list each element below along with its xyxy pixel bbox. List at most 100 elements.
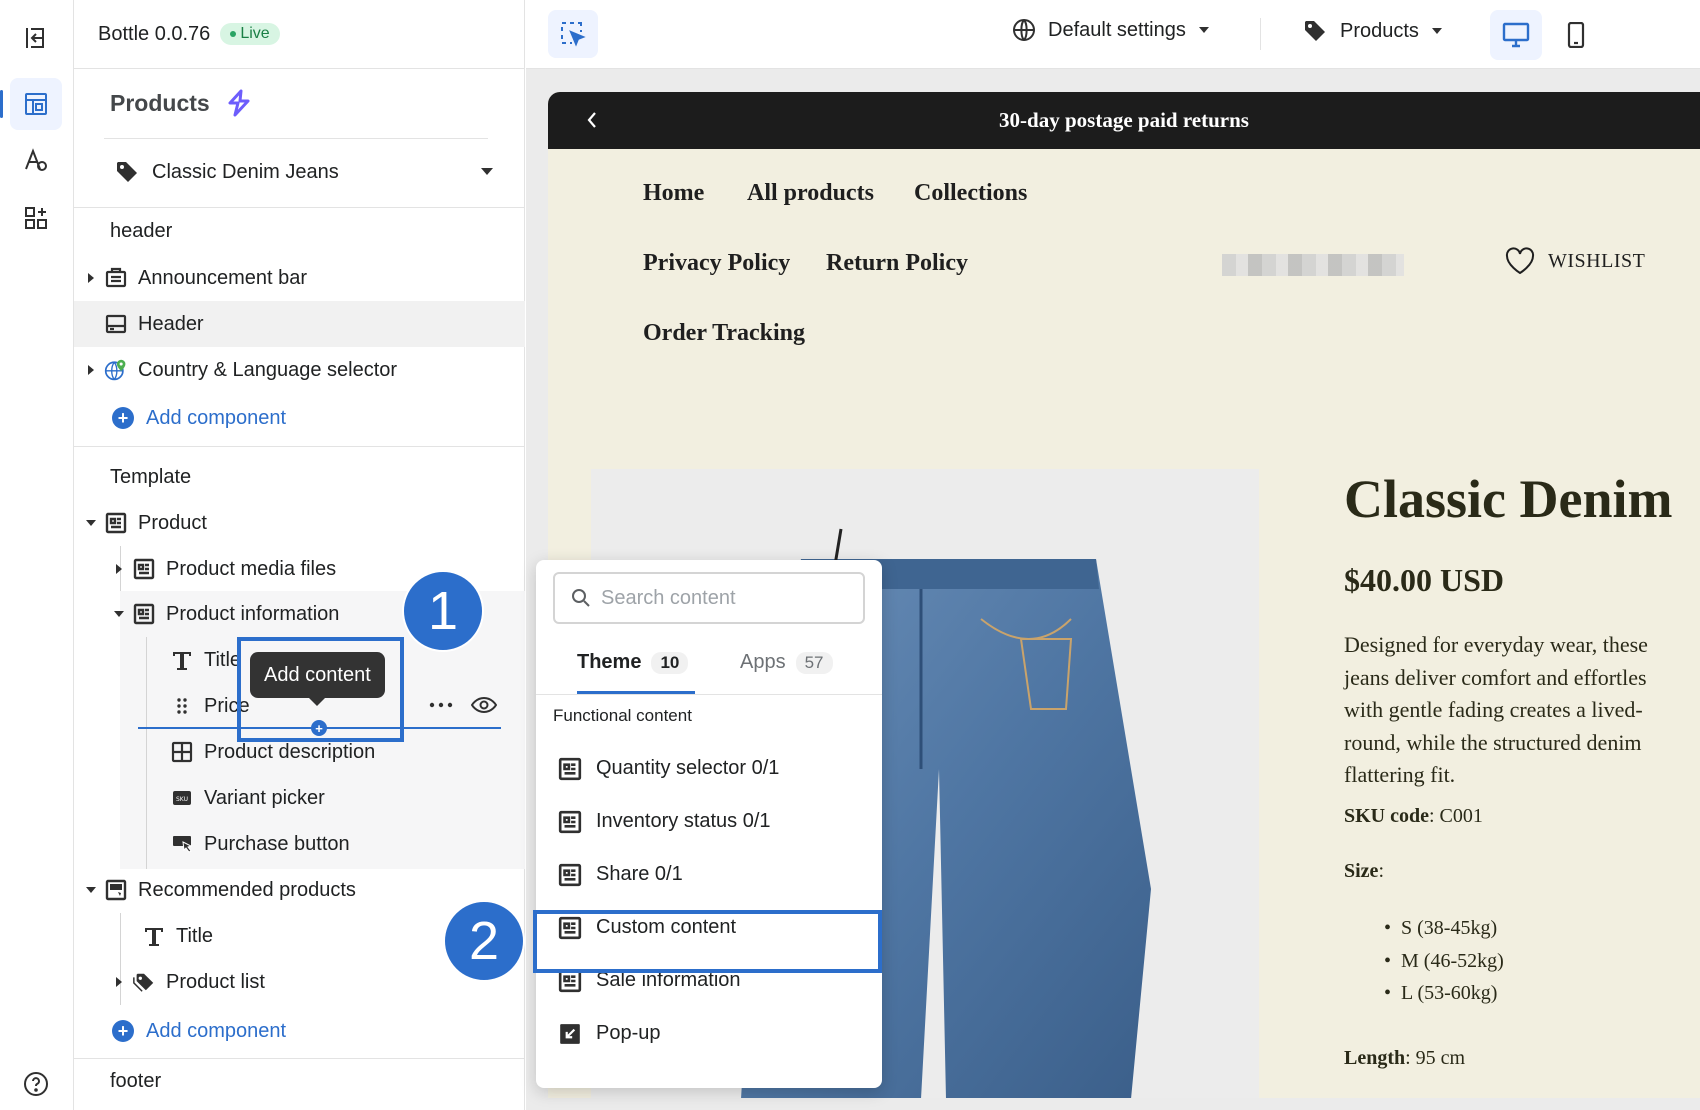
add-component-label: Add component: [146, 1019, 287, 1042]
page-type-dropdown[interactable]: Products: [1302, 18, 1443, 44]
caret-right-icon: [88, 365, 94, 375]
announcement-icon: [105, 267, 127, 288]
block-variant-picker[interactable]: SKU Variant picker: [74, 775, 525, 821]
size-colon: :: [1378, 860, 1384, 882]
menu-item-label: Inventory status 0/1: [596, 810, 771, 832]
tag-icon: [117, 162, 137, 182]
section-icon: [105, 512, 127, 534]
block-label: Variant picker: [204, 786, 325, 809]
plus-circle-icon: +: [112, 407, 134, 429]
tab-count: 10: [651, 651, 689, 674]
group-label-header: header: [110, 220, 173, 242]
nav-link-collections[interactable]: Collections: [914, 180, 1027, 207]
size-line: Size:: [1344, 860, 1384, 883]
tab-label: Apps: [740, 651, 786, 673]
inspector-button[interactable]: [548, 10, 598, 58]
live-badge: Live: [220, 23, 280, 45]
section-recommended-products[interactable]: Recommended products: [74, 867, 525, 913]
settings-label: Default settings: [1048, 18, 1186, 41]
section-label: Header: [138, 312, 204, 335]
recommended-icon: [105, 879, 127, 901]
length-label: Length: [1344, 1047, 1406, 1069]
caret-right-icon: [116, 564, 122, 574]
annotation-box-1: [237, 637, 404, 742]
caret-right-icon: [88, 273, 94, 283]
nav-link-home[interactable]: Home: [643, 180, 704, 207]
announcement-text: 30-day postage paid returns: [999, 108, 1249, 132]
group-label-template: Template: [110, 466, 192, 488]
section-label: Product: [138, 511, 207, 534]
app-header: Bottle 0.0.76 Live: [74, 0, 524, 69]
sections-button[interactable]: [10, 78, 62, 130]
add-component-template-button[interactable]: + Add component: [74, 1008, 525, 1054]
menu-item-inventory-status[interactable]: Inventory status 0/1: [536, 793, 882, 850]
exit-icon: [26, 28, 44, 48]
menu-item-share[interactable]: Share 0/1: [536, 846, 882, 903]
size-list: S (38-45kg) M (46-52kg) L (53-60kg): [1384, 912, 1504, 1010]
more-options-icon[interactable]: [429, 702, 453, 708]
nav-link-return-policy[interactable]: Return Policy: [826, 250, 968, 277]
live-status: Live: [240, 25, 270, 42]
product-selector[interactable]: Classic Denim Jeans: [114, 152, 494, 192]
block-label: Product description: [204, 740, 376, 763]
caret-right-icon: [116, 977, 122, 987]
eye-icon[interactable]: [471, 696, 497, 714]
mobile-icon: [1567, 22, 1585, 48]
product-description: Designed for everyday wear, these jeans …: [1344, 629, 1700, 792]
drag-handle-icon[interactable]: [176, 696, 188, 716]
nav-link-all-products[interactable]: All products: [747, 180, 874, 207]
section-header[interactable]: Header: [74, 301, 525, 347]
chevron-down-icon: [1198, 27, 1209, 33]
desktop-view-button[interactable]: [1490, 10, 1542, 60]
tab-apps[interactable]: Apps 57: [740, 630, 833, 695]
text-icon: [145, 928, 163, 946]
svg-text:SKU: SKU: [176, 796, 188, 803]
heart-icon: [1505, 247, 1535, 275]
section-announcement-bar[interactable]: Announcement bar: [74, 255, 525, 301]
size-option: M (46-52kg): [1384, 945, 1504, 978]
header-icon: [105, 314, 127, 334]
mobile-view-button[interactable]: [1550, 10, 1602, 60]
nav-link-order-tracking[interactable]: Order Tracking: [643, 320, 805, 347]
menu-item-label: Share 0/1: [596, 863, 683, 885]
text-icon: [173, 652, 191, 670]
editor-toolbar: Default settings Products: [526, 0, 1700, 69]
menu-item-quantity-selector[interactable]: Quantity selector 0/1: [536, 740, 882, 797]
tab-label: Theme: [577, 651, 642, 673]
section-country-language[interactable]: Country & Language selector: [74, 347, 525, 393]
cursor-button-icon: [173, 836, 193, 853]
select-cursor-icon: [561, 22, 586, 47]
search-input[interactable]: [601, 586, 851, 610]
chevron-down-icon: [1431, 28, 1442, 34]
help-button[interactable]: [10, 1064, 62, 1104]
section-label: Announcement bar: [138, 266, 308, 289]
length-value: : 95 cm: [1405, 1047, 1466, 1069]
block-purchase-button[interactable]: Purchase button: [74, 821, 525, 867]
annotation-box-2: [533, 910, 882, 973]
search-field[interactable]: [553, 572, 865, 624]
chevron-left-icon[interactable]: [586, 110, 598, 130]
exit-editor-button[interactable]: [10, 12, 62, 64]
wishlist-label: WISHLIST: [1548, 249, 1646, 272]
wishlist-link[interactable]: WISHLIST: [1504, 247, 1645, 275]
ai-sparkle-icon[interactable]: [224, 88, 254, 118]
globe-icon: [1013, 19, 1035, 41]
theme-styles-button[interactable]: [10, 134, 62, 186]
section-icon: [558, 757, 582, 780]
grid-icon: [171, 741, 193, 763]
block-label: Purchase button: [204, 832, 350, 855]
description-line: jeans deliver comfort and effortles: [1344, 664, 1647, 690]
globe-pin-icon: [104, 359, 126, 381]
settings-dropdown[interactable]: Default settings: [1012, 18, 1210, 42]
app-name: Bottle 0.0.76: [98, 22, 211, 45]
section-product[interactable]: Product: [74, 500, 525, 546]
help-icon: [24, 1072, 48, 1096]
apps-button[interactable]: [10, 192, 62, 244]
caret-down-icon: [86, 887, 96, 893]
size-label: Size: [1344, 860, 1379, 882]
nav-link-privacy-policy[interactable]: Privacy Policy: [643, 250, 790, 277]
add-component-header-button[interactable]: + Add component: [74, 395, 525, 441]
add-content-popover: Theme 10 Apps 57 Functional content Quan…: [536, 560, 882, 1088]
menu-item-pop-up[interactable]: Pop-up: [536, 1005, 882, 1062]
tab-theme[interactable]: Theme 10: [577, 630, 689, 695]
